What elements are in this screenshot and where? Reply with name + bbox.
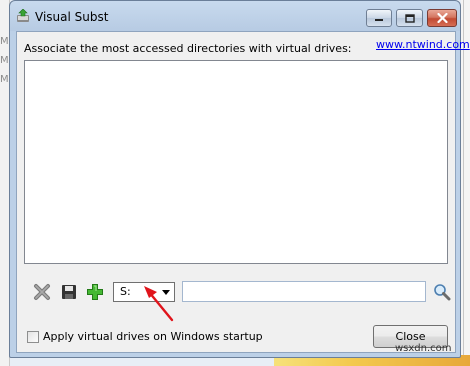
window-title: Visual Subst [35,10,109,24]
drive-letter-select[interactable]: S: [113,282,175,302]
background-mark: M [0,55,9,66]
browse-folder-button[interactable] [433,283,451,301]
close-button-label: Close [395,330,426,343]
description-label: Associate the most accessed directories … [24,42,352,55]
visual-subst-window: Visual Subst Associate the most accessed… [9,0,470,358]
chevron-down-icon [162,290,170,295]
background-mark: M [0,74,9,85]
floppy-disk-icon [62,285,76,299]
add-drive-button[interactable] [85,282,105,302]
maximize-button[interactable] [396,9,423,27]
title-bar[interactable]: Visual Subst [10,1,460,31]
window-close-button[interactable] [427,9,457,27]
remove-x-icon [34,284,50,300]
save-button[interactable] [59,282,79,302]
visual-subst-app-icon [17,9,29,22]
virtual-drives-list[interactable] [24,60,448,264]
startup-checkbox-label[interactable]: Apply virtual drives on Windows startup [43,330,263,343]
maximize-icon [404,13,415,23]
startup-checkbox[interactable] [27,330,39,343]
background-right-strip [461,0,470,366]
watermark: wsxdn.com [395,343,452,354]
green-plus-icon [87,284,103,300]
minimize-button[interactable] [366,9,392,27]
ntwind-link[interactable]: www.ntwind.com [376,38,470,51]
dialog-client-area: Associate the most accessed directories … [16,31,470,353]
drive-letter-value: S: [120,285,131,298]
remove-drive-button[interactable] [32,282,52,302]
magnifier-icon [434,284,451,301]
directory-path-input[interactable] [182,281,426,302]
background-mark: M [0,36,9,47]
minimize-icon [375,19,383,21]
startup-checkbox-row[interactable]: Apply virtual drives on Windows startup [27,330,263,343]
close-icon [436,13,448,23]
